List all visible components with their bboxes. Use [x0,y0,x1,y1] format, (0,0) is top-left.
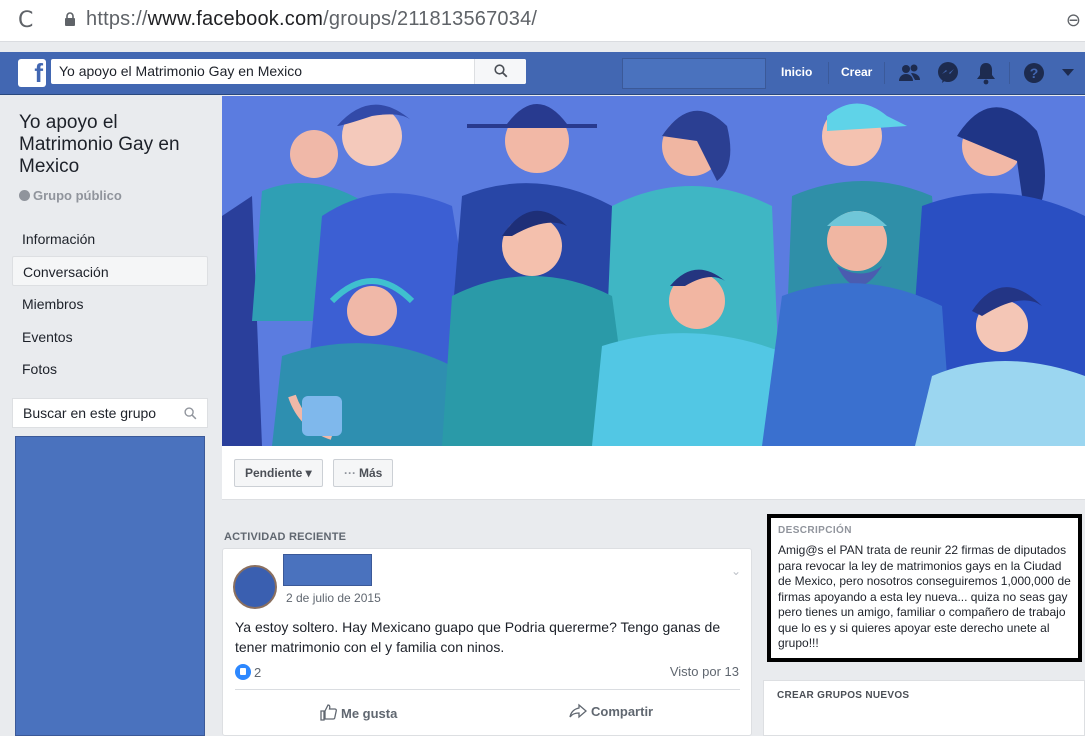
nav-divider [828,62,829,84]
recent-activity-header: ACTIVIDAD RECIENTE [224,531,347,543]
blue-bar: f Yo apoyo el Matrimonio Gay en Mexico I… [0,52,1085,95]
more-button[interactable]: ··· Más [333,459,394,487]
url-path: /groups/211813567034/ [323,8,538,30]
group-cover-photo[interactable] [222,96,1085,446]
chevron-down-icon[interactable]: ⌄ [731,564,741,578]
like-reaction-icon [235,664,251,680]
share-label: Compartir [591,704,654,719]
create-new-groups-box: CREAR GRUPOS NUEVOS [763,680,1085,736]
nav-divider [884,62,885,84]
help-icon[interactable]: ? [1022,61,1046,85]
search-icon [494,64,508,78]
sidebar-item-informacion[interactable]: Información [12,224,208,254]
create-link[interactable]: Crear [841,65,872,79]
sidebar-item-conversacion[interactable]: Conversación [12,256,208,286]
account-menu-icon[interactable] [1062,69,1074,77]
reaction-count[interactable]: 2 [235,664,261,680]
nav-divider [1009,62,1010,84]
like-label: Me gusta [341,706,398,721]
thumbs-up-icon [320,704,337,721]
group-sidebar: Yo apoyo el Matrimonio Gay en Mexico Gru… [0,96,220,736]
avatar[interactable] [233,565,277,609]
group-description-box: DESCRIPCIÓN Amig@s el PAN trata de reuni… [767,514,1082,662]
description-header: DESCRIPCIÓN [778,525,852,536]
seen-by[interactable]: Visto por 13 [670,664,739,679]
divider [235,689,740,690]
more-label: Más [359,466,383,480]
post-text: Ya estoy soltero. Hay Mexicano guapo que… [235,619,721,655]
create-new-groups-header: CREAR GRUPOS NUEVOS [777,690,910,701]
sidebar-item-fotos[interactable]: Fotos [12,354,208,384]
redacted-sidebar-area [15,436,205,736]
group-privacy: Grupo público [19,188,122,203]
facebook-logo[interactable]: f [18,58,46,88]
browser-toolbar: C https://www.facebook.com/groups/211813… [0,0,1085,42]
group-name[interactable]: Yo apoyo el Matrimonio Gay en Mexico [19,112,209,178]
like-count: 2 [254,665,262,680]
group-search-input[interactable]: Buscar en este grupo [12,398,208,428]
people-illustration [222,96,1085,446]
description-text: Amig@s el PAN trata de reunir 22 firmas … [778,543,1071,650]
share-button[interactable]: Compartir [569,703,653,719]
sidebar-item-eventos[interactable]: Eventos [12,322,208,352]
address-bar[interactable]: https://www.facebook.com/groups/21181356… [86,8,537,31]
group-type-label: Grupo público [33,188,122,203]
group-search-placeholder: Buscar en este grupo [23,405,157,421]
globe-icon [19,190,30,201]
notifications-icon[interactable] [975,61,997,85]
reload-icon[interactable]: C [18,8,33,33]
redacted-author-name [283,554,372,586]
profile-icon[interactable]: ⊖ [1066,10,1081,31]
search-button[interactable] [474,59,526,84]
home-link[interactable]: Inicio [781,65,812,79]
search-input[interactable]: Yo apoyo el Matrimonio Gay en Mexico [51,59,526,84]
share-icon [569,703,587,719]
more-dots-icon: ··· [344,466,356,480]
messenger-icon[interactable] [936,61,960,85]
post-date[interactable]: 2 de julio de 2015 [286,591,381,605]
membership-pending-button[interactable]: Pendiente ▾ [234,459,323,487]
url-scheme: https:// [86,8,148,30]
group-action-bar: Pendiente ▾ ··· Más [222,446,1085,500]
search-icon [184,407,197,420]
facebook-logo-letter: f [34,58,43,88]
url-host: www.facebook.com [147,8,324,30]
friend-requests-icon[interactable] [898,61,922,85]
lock-icon [65,12,75,26]
sidebar-item-miembros[interactable]: Miembros [12,289,208,319]
redacted-profile-area [622,58,766,89]
like-button[interactable]: Me gusta [319,703,397,721]
post-card: 2 de julio de 2015 ⌄ Ya estoy soltero. H… [222,548,752,736]
facebook-header: f Yo apoyo el Matrimonio Gay en Mexico I… [0,42,1085,96]
svg-text:?: ? [1030,65,1039,81]
